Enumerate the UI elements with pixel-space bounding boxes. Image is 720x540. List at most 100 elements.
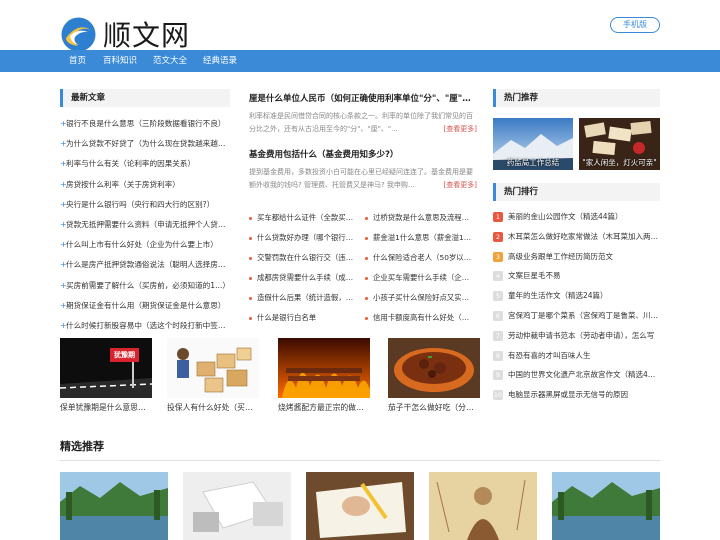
read-more-link[interactable]: [查看更多]: [441, 179, 477, 192]
feature-article: 厘是什么单位人民币（如何正确使用利率单位"分"、"厘"、... 利率标准是民间借…: [249, 92, 477, 136]
feature-desc: 提到基金费用，多数投资小白可能在心里已经疑问连连了。基金费用是要额外收我的钱吗?…: [249, 166, 477, 192]
list-item[interactable]: 买房前需要了解什么（买房前，必须知道的1...）: [60, 276, 230, 296]
read-more-link[interactable]: [查看更多]: [441, 123, 477, 136]
rank-item-label: 宫保鸡丁是哪个菜系（宫保鸡丁是鲁菜、川菜）: [508, 310, 660, 320]
rank-list: 1 美丽的金山公园作文（精选44篇） 2 木耳菜怎么做好吃家常做法（木耳菜加入两样东…: [493, 207, 660, 405]
list-item[interactable]: 房贷按什么利率（关于房贷利率）: [60, 175, 230, 195]
rank-item[interactable]: 6 宫保鸡丁是哪个菜系（宫保鸡丁是鲁菜、川菜）: [493, 306, 660, 326]
list-item[interactable]: 为什么贷款不好贷了（为什么现在贷款越来越难）: [60, 134, 230, 154]
hot-header: 热门推荐: [493, 89, 660, 107]
recommend-image-lake[interactable]: [60, 472, 168, 540]
hot-image-drug[interactable]: 药监局工作总结: [493, 118, 573, 170]
main-nav: 首页 百科知识 范文大全 经典语录: [0, 50, 720, 72]
rank-badge: 3: [493, 251, 503, 262]
rank-badge: 4: [493, 271, 503, 282]
list-item[interactable]: 企业买车需要什么手续（企业购车流程）: [365, 268, 475, 288]
feature-desc-text: 利率标准是民间借贷合同的核心条款之一。利率的单位除了我们常见的百分比之外，还有从…: [249, 112, 473, 133]
feature-desc-text: 提到基金费用，多数投资小白可能在心里已经疑问连连了。基金费用是要额外收我的钱吗?…: [249, 168, 473, 189]
list-item[interactable]: 买车都给什么证件（全款买车需要什么手续）: [249, 208, 359, 228]
rank-badge: 8: [493, 350, 503, 361]
list-item[interactable]: 什么时候打新股容易中（选这个时段打新中签率高）: [60, 316, 230, 336]
recommend-image-office[interactable]: [183, 472, 291, 540]
list-item[interactable]: 交警罚款在什么银行交（违章罚款在哪交）: [249, 248, 359, 268]
thumb-caption[interactable]: 茄子干怎么做好吃（分享茄子干做法）: [388, 402, 480, 413]
nav-item-essays[interactable]: 范文大全: [153, 50, 187, 72]
recommend-image-painting[interactable]: [429, 472, 537, 540]
thumb-caption[interactable]: 投保人有什么好处（买保险的好处）: [167, 402, 259, 413]
list-item[interactable]: 成都房贷需要什么手续（成都房贷办理流程）: [249, 268, 359, 288]
list-item[interactable]: 什么是银行白名单: [249, 308, 359, 328]
mid-list-right: 过桥贷款是什么意思及流程（过桥贷款） 薪金溢1什么意思（薪金溢1是什么） 什么保…: [365, 208, 475, 328]
rank-item-label: 木耳菜怎么做好吃家常做法（木耳菜加入两样东西）: [508, 231, 660, 241]
nav-item-home[interactable]: 首页: [69, 50, 86, 72]
rank-item-label: 美丽的金山公园作文（精选44篇）: [508, 212, 623, 221]
feature-desc: 利率标准是民间借贷合同的核心条款之一。利率的单位除了我们常见的百分比之外，还有从…: [249, 110, 477, 136]
feature-title[interactable]: 厘是什么单位人民币（如何正确使用利率单位"分"、"厘"、...: [249, 92, 477, 106]
latest-header: 最新文章: [60, 89, 230, 107]
rank-item[interactable]: 1 美丽的金山公园作文（精选44篇）: [493, 207, 660, 227]
rank-badge: 9: [493, 370, 503, 381]
list-item[interactable]: 什么是房产抵押贷款通俗说法（聪明人选择房产抵押）: [60, 255, 230, 275]
rank-item-label: 高级业务跟单工作经历简历范文: [508, 251, 613, 261]
list-item[interactable]: 什么贷款好办理（哪个银行贷款最好办）: [249, 228, 359, 248]
list-item[interactable]: 银行不良是什么意思（三阶段数据看银行不良）: [60, 114, 230, 134]
thumb-image-policyholder[interactable]: [167, 338, 259, 398]
rank-badge: 2: [493, 231, 503, 242]
thumb-image-eggplant[interactable]: [388, 338, 480, 398]
nav-item-encyclopedia[interactable]: 百科知识: [103, 50, 137, 72]
list-item[interactable]: 利率与什么有关（论利率的因果关系）: [60, 154, 230, 174]
list-item[interactable]: 央行是什么银行吗（央行和四大行的区别?）: [60, 195, 230, 215]
hot-image-family[interactable]: "家人闲坐，灯火可亲": [579, 118, 660, 170]
nav-item-quotes[interactable]: 经典语录: [203, 50, 237, 72]
list-item[interactable]: 什么保险适合老人（50岁以上买什么保险）: [365, 248, 475, 268]
recommend-image-writing[interactable]: [306, 472, 414, 540]
recommend-image-lake-2[interactable]: [552, 472, 660, 540]
feature-title[interactable]: 基金费用包括什么（基金费用知多少?）: [249, 148, 477, 162]
feature-article: 基金费用包括什么（基金费用知多少?） 提到基金费用，多数投资小白可能在心里已经疑…: [249, 148, 477, 192]
rank-item[interactable]: 9 中国的世界文化遗产北京故宫作文（精选47篇）: [493, 365, 660, 385]
rank-item[interactable]: 3 高级业务跟单工作经历简历范文: [493, 247, 660, 267]
list-item[interactable]: 小孩子买什么保险好点又实惠（少儿保险）: [365, 288, 475, 308]
list-item[interactable]: 期货保证金有什么用（期货保证金是什么意思）: [60, 296, 230, 316]
rank-item-label: 文案巨星毛不易: [508, 271, 561, 281]
list-item[interactable]: 过桥贷款是什么意思及流程（过桥贷款）: [365, 208, 475, 228]
rank-badge: 10: [493, 390, 503, 401]
section-divider: [60, 460, 660, 461]
rank-item[interactable]: 8 有恐有喜的才叫百味人生: [493, 346, 660, 366]
hot-caption: "家人闲坐，灯火可亲": [582, 158, 657, 167]
thumb-caption[interactable]: 保单犹豫期是什么意思（保单犹豫期）: [60, 402, 152, 413]
logo-text: 顺文网: [103, 19, 191, 52]
list-item[interactable]: 贷款无抵押需要什么资料（申请无抵押个人贷款）: [60, 215, 230, 235]
list-item[interactable]: 什么叫上市有什么好处（企业为什么要上市）: [60, 235, 230, 255]
rank-badge: 5: [493, 291, 503, 302]
rank-item[interactable]: 5 童年的生活作文（精选24篇）: [493, 286, 660, 306]
list-item[interactable]: 造假什么后果（统计造假，后果严重）: [249, 288, 359, 308]
mobile-version-button[interactable]: 手机版: [610, 17, 660, 33]
rank-item-label: 电脑显示器黑屏或显示无信号的原因: [508, 390, 628, 400]
thumb-image-insurance[interactable]: 犹豫期: [60, 338, 152, 398]
rank-item-label: 有恐有喜的才叫百味人生: [508, 350, 591, 360]
rank-item[interactable]: 2 木耳菜怎么做好吃家常做法（木耳菜加入两样东西）: [493, 227, 660, 247]
thumb-caption[interactable]: 烧烤酱配方最正宗的做法（烧烤酱）: [278, 402, 370, 413]
rank-item-label: 劳动仲裁申请书范本（劳动者申请），怎么写: [508, 330, 655, 340]
site-logo[interactable]: 顺文网: [60, 14, 190, 54]
list-item[interactable]: 信用卡额度高有什么好处（额度高的好处）: [365, 308, 475, 328]
thumb-badge: 犹豫期: [110, 348, 139, 362]
rank-item-label: 中国的世界文化遗产北京故宫作文（精选47篇）: [508, 370, 660, 380]
rank-badge: 1: [493, 212, 503, 222]
mid-list-left: 买车都给什么证件（全款买车需要什么手续） 什么贷款好办理（哪个银行贷款最好办） …: [249, 208, 359, 328]
rank-badge: 6: [493, 310, 503, 321]
thumb-image-bbq[interactable]: [278, 338, 370, 398]
recommend-title: 精选推荐: [60, 440, 104, 453]
rank-item[interactable]: 10 电脑显示器黑屏或显示无信号的原因: [493, 385, 660, 405]
rank-item[interactable]: 7 劳动仲裁申请书范本（劳动者申请），怎么写: [493, 326, 660, 346]
rank-header: 热门排行: [493, 183, 660, 201]
list-item[interactable]: 薪金溢1什么意思（薪金溢1是什么）: [365, 228, 475, 248]
site-header: 顺文网 手机版: [0, 0, 720, 52]
logo-icon: [60, 16, 97, 53]
rank-badge: 7: [493, 330, 503, 341]
rank-item-label: 童年的生活作文（精选24篇）: [508, 291, 608, 301]
latest-list: 银行不良是什么意思（三阶段数据看银行不良） 为什么贷款不好贷了（为什么现在贷款越…: [60, 114, 230, 336]
rank-item[interactable]: 4 文案巨星毛不易: [493, 266, 660, 286]
hot-caption: 药监局工作总结: [506, 158, 560, 167]
